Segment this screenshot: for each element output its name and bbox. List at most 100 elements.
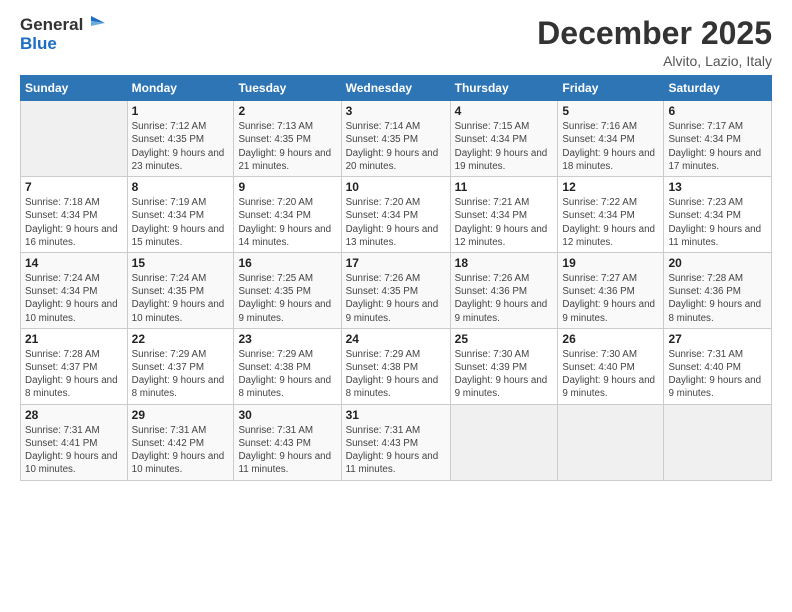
day-number: 27 <box>668 332 767 346</box>
day-info: Sunrise: 7:28 AMSunset: 4:37 PMDaylight:… <box>25 348 123 401</box>
day-info: Sunrise: 7:13 AMSunset: 4:35 PMDaylight:… <box>238 120 336 173</box>
day-number: 15 <box>132 256 230 270</box>
day-number: 2 <box>238 104 336 118</box>
day-info: Sunrise: 7:24 AMSunset: 4:34 PMDaylight:… <box>25 272 123 325</box>
day-info: Sunrise: 7:18 AMSunset: 4:34 PMDaylight:… <box>25 196 123 249</box>
day-info: Sunrise: 7:31 AMSunset: 4:42 PMDaylight:… <box>132 424 230 477</box>
col-header-saturday: Saturday <box>664 76 772 101</box>
day-number: 7 <box>25 180 123 194</box>
day-number: 18 <box>455 256 554 270</box>
day-number: 22 <box>132 332 230 346</box>
calendar-cell: 7 Sunrise: 7:18 AMSunset: 4:34 PMDaylight… <box>21 177 128 253</box>
day-info: Sunrise: 7:19 AMSunset: 4:34 PMDaylight:… <box>132 196 230 249</box>
day-info: Sunrise: 7:22 AMSunset: 4:34 PMDaylight:… <box>562 196 659 249</box>
day-number: 25 <box>455 332 554 346</box>
day-info: Sunrise: 7:31 AMSunset: 4:40 PMDaylight:… <box>668 348 767 401</box>
calendar-table: SundayMondayTuesdayWednesdayThursdayFrid… <box>20 75 772 480</box>
day-number: 29 <box>132 408 230 422</box>
day-info: Sunrise: 7:16 AMSunset: 4:34 PMDaylight:… <box>562 120 659 173</box>
day-number: 3 <box>346 104 446 118</box>
day-number: 21 <box>25 332 123 346</box>
day-info: Sunrise: 7:28 AMSunset: 4:36 PMDaylight:… <box>668 272 767 325</box>
logo-general: General <box>20 16 83 35</box>
day-number: 5 <box>562 104 659 118</box>
title-block: December 2025 Alvito, Lazio, Italy <box>537 16 772 69</box>
calendar-cell: 30 Sunrise: 7:31 AMSunset: 4:43 PMDayligh… <box>234 404 341 480</box>
day-info: Sunrise: 7:31 AMSunset: 4:43 PMDaylight:… <box>238 424 336 477</box>
calendar-cell: 21 Sunrise: 7:28 AMSunset: 4:37 PMDayligh… <box>21 328 128 404</box>
day-info: Sunrise: 7:17 AMSunset: 4:34 PMDaylight:… <box>668 120 767 173</box>
day-info: Sunrise: 7:25 AMSunset: 4:35 PMDaylight:… <box>238 272 336 325</box>
logo: General Blue <box>20 16 107 53</box>
day-number: 17 <box>346 256 446 270</box>
day-info: Sunrise: 7:30 AMSunset: 4:39 PMDaylight:… <box>455 348 554 401</box>
calendar-cell <box>450 404 558 480</box>
day-info: Sunrise: 7:27 AMSunset: 4:36 PMDaylight:… <box>562 272 659 325</box>
calendar-cell: 8 Sunrise: 7:19 AMSunset: 4:34 PMDaylight… <box>127 177 234 253</box>
day-info: Sunrise: 7:29 AMSunset: 4:37 PMDaylight:… <box>132 348 230 401</box>
day-number: 11 <box>455 180 554 194</box>
calendar-cell: 1 Sunrise: 7:12 AMSunset: 4:35 PMDaylight… <box>127 101 234 177</box>
page: General Blue December 2025 Alvito, Lazio… <box>0 0 792 612</box>
calendar-cell: 17 Sunrise: 7:26 AMSunset: 4:35 PMDayligh… <box>341 252 450 328</box>
day-info: Sunrise: 7:29 AMSunset: 4:38 PMDaylight:… <box>346 348 446 401</box>
day-info: Sunrise: 7:15 AMSunset: 4:34 PMDaylight:… <box>455 120 554 173</box>
day-number: 20 <box>668 256 767 270</box>
calendar-cell: 15 Sunrise: 7:24 AMSunset: 4:35 PMDayligh… <box>127 252 234 328</box>
day-number: 28 <box>25 408 123 422</box>
calendar-cell: 19Sunrise: 7:27 AMSunset: 4:36 PMDayligh… <box>558 252 664 328</box>
calendar-cell: 5 Sunrise: 7:16 AMSunset: 4:34 PMDaylight… <box>558 101 664 177</box>
logo-bird-icon <box>85 12 107 34</box>
calendar-cell: 28 Sunrise: 7:31 AMSunset: 4:41 PMDayligh… <box>21 404 128 480</box>
day-info: Sunrise: 7:12 AMSunset: 4:35 PMDaylight:… <box>132 120 230 173</box>
day-info: Sunrise: 7:29 AMSunset: 4:38 PMDaylight:… <box>238 348 336 401</box>
calendar-cell: 16 Sunrise: 7:25 AMSunset: 4:35 PMDayligh… <box>234 252 341 328</box>
calendar-cell: 4 Sunrise: 7:15 AMSunset: 4:34 PMDaylight… <box>450 101 558 177</box>
day-info: Sunrise: 7:30 AMSunset: 4:40 PMDaylight:… <box>562 348 659 401</box>
calendar-cell: 31Sunrise: 7:31 AMSunset: 4:43 PMDayligh… <box>341 404 450 480</box>
calendar-cell: 20 Sunrise: 7:28 AMSunset: 4:36 PMDayligh… <box>664 252 772 328</box>
day-number: 13 <box>668 180 767 194</box>
calendar-cell: 12Sunrise: 7:22 AMSunset: 4:34 PMDayligh… <box>558 177 664 253</box>
day-info: Sunrise: 7:31 AMSunset: 4:43 PMDaylight:… <box>346 424 446 477</box>
day-info: Sunrise: 7:26 AMSunset: 4:36 PMDaylight:… <box>455 272 554 325</box>
calendar-cell <box>558 404 664 480</box>
day-info: Sunrise: 7:26 AMSunset: 4:35 PMDaylight:… <box>346 272 446 325</box>
calendar-cell: 14 Sunrise: 7:24 AMSunset: 4:34 PMDayligh… <box>21 252 128 328</box>
col-header-thursday: Thursday <box>450 76 558 101</box>
calendar-cell: 26 Sunrise: 7:30 AMSunset: 4:40 PMDayligh… <box>558 328 664 404</box>
day-number: 14 <box>25 256 123 270</box>
calendar-cell: 23Sunrise: 7:29 AMSunset: 4:38 PMDayligh… <box>234 328 341 404</box>
calendar-cell: 29 Sunrise: 7:31 AMSunset: 4:42 PMDayligh… <box>127 404 234 480</box>
header: General Blue December 2025 Alvito, Lazio… <box>20 16 772 69</box>
day-number: 26 <box>562 332 659 346</box>
day-number: 4 <box>455 104 554 118</box>
calendar-cell: 2 Sunrise: 7:13 AMSunset: 4:35 PMDaylight… <box>234 101 341 177</box>
calendar-cell: 6Sunrise: 7:17 AMSunset: 4:34 PMDaylight… <box>664 101 772 177</box>
day-info: Sunrise: 7:23 AMSunset: 4:34 PMDaylight:… <box>668 196 767 249</box>
calendar-cell: 18 Sunrise: 7:26 AMSunset: 4:36 PMDayligh… <box>450 252 558 328</box>
col-header-tuesday: Tuesday <box>234 76 341 101</box>
day-number: 16 <box>238 256 336 270</box>
month-title: December 2025 <box>537 16 772 51</box>
logo-blue: Blue <box>20 35 57 54</box>
day-info: Sunrise: 7:31 AMSunset: 4:41 PMDaylight:… <box>25 424 123 477</box>
day-number: 30 <box>238 408 336 422</box>
day-number: 10 <box>346 180 446 194</box>
calendar-cell: 10Sunrise: 7:20 AMSunset: 4:34 PMDayligh… <box>341 177 450 253</box>
location: Alvito, Lazio, Italy <box>537 53 772 69</box>
col-header-sunday: Sunday <box>21 76 128 101</box>
day-number: 1 <box>132 104 230 118</box>
calendar-cell: 13 Sunrise: 7:23 AMSunset: 4:34 PMDayligh… <box>664 177 772 253</box>
day-info: Sunrise: 7:24 AMSunset: 4:35 PMDaylight:… <box>132 272 230 325</box>
calendar-cell: 9Sunrise: 7:20 AMSunset: 4:34 PMDaylight… <box>234 177 341 253</box>
calendar-cell <box>664 404 772 480</box>
calendar-cell: 3 Sunrise: 7:14 AMSunset: 4:35 PMDaylight… <box>341 101 450 177</box>
day-info: Sunrise: 7:21 AMSunset: 4:34 PMDaylight:… <box>455 196 554 249</box>
calendar-cell: 25 Sunrise: 7:30 AMSunset: 4:39 PMDayligh… <box>450 328 558 404</box>
col-header-friday: Friday <box>558 76 664 101</box>
day-number: 9 <box>238 180 336 194</box>
calendar-cell: 22 Sunrise: 7:29 AMSunset: 4:37 PMDayligh… <box>127 328 234 404</box>
day-number: 8 <box>132 180 230 194</box>
day-info: Sunrise: 7:14 AMSunset: 4:35 PMDaylight:… <box>346 120 446 173</box>
